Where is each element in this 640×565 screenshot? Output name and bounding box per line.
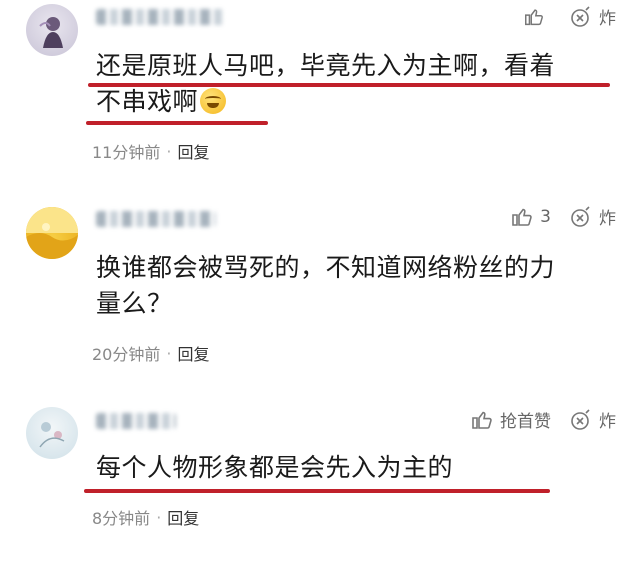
avatar[interactable] <box>26 4 78 56</box>
comment-meta: 20分钟前 · 回复 <box>92 341 209 365</box>
comment-text-line: 换谁都会被骂死的，不知道网络粉丝的力 <box>96 253 556 282</box>
highlight-underline <box>86 121 268 125</box>
comment-1: 炸 还是原班人马吧，毕竟先入为主啊，看着 不串戏啊 11分钟前 · 回复 <box>0 0 640 175</box>
username[interactable] <box>96 211 216 227</box>
blast-icon <box>571 5 590 27</box>
comment-actions: 炸 <box>523 4 616 29</box>
blast-label: 炸 <box>599 209 616 229</box>
highlight-underline <box>84 489 550 493</box>
comment-text-line: 量么？ <box>96 289 173 318</box>
reply-button[interactable]: 回复 <box>177 341 209 365</box>
avatar-flower-icon <box>39 422 65 448</box>
username[interactable] <box>96 9 226 25</box>
comment-time: 11分钟前 <box>92 143 161 162</box>
reply-button[interactable]: 回复 <box>177 139 209 163</box>
comment-text-line: 每个人物形象都是会先入为主的 <box>96 453 454 482</box>
comment-time: 20分钟前 <box>92 345 161 364</box>
avatar[interactable] <box>26 207 78 259</box>
highlight-underline <box>88 83 610 87</box>
thumbs-up-icon <box>525 8 543 25</box>
comment-3: 抢首赞 炸 每个人物形象都是会先入为主的 8分钟前 · 回复 <box>0 393 640 565</box>
comment-text-segment: 不串戏啊 <box>96 87 199 116</box>
thumbs-up-icon <box>472 411 492 429</box>
separator: · <box>156 507 162 527</box>
blast-button[interactable]: 炸 <box>569 204 616 229</box>
comment-text-line: 还是原班人马吧，毕竟先入为主啊，看着 <box>96 51 556 80</box>
blast-icon <box>571 205 590 227</box>
like-button[interactable] <box>523 6 551 28</box>
reply-button[interactable]: 回复 <box>167 505 199 529</box>
blast-icon <box>571 408 590 430</box>
comment-text: 每个人物形象都是会先入为主的 <box>96 450 616 486</box>
avatar-figure-icon <box>39 17 63 48</box>
blast-label: 炸 <box>599 9 616 29</box>
avatar-landscape-icon <box>26 207 78 259</box>
like-button[interactable]: 抢首赞 <box>470 407 551 432</box>
laughing-emoji-icon <box>200 88 227 114</box>
comment-meta: 11分钟前 · 回复 <box>92 139 209 163</box>
comment-text: 换谁都会被骂死的，不知道网络粉丝的力 量么？ <box>96 250 616 322</box>
blast-label: 炸 <box>599 412 616 432</box>
avatar[interactable] <box>26 407 78 459</box>
first-like-label: 抢首赞 <box>500 412 551 432</box>
thumbs-up-icon <box>512 208 532 226</box>
comment-text-line: 不串戏啊 <box>96 84 616 120</box>
blast-button[interactable]: 炸 <box>569 4 616 29</box>
like-button[interactable]: 3 <box>510 205 551 229</box>
separator: · <box>166 343 172 363</box>
comment-actions: 抢首赞 炸 <box>470 407 616 432</box>
separator: · <box>166 141 172 161</box>
like-count: 3 <box>540 206 551 227</box>
username[interactable] <box>96 413 176 429</box>
comment-actions: 3 炸 <box>510 204 616 229</box>
comment-meta: 8分钟前 · 回复 <box>92 505 199 529</box>
blast-button[interactable]: 炸 <box>569 407 616 432</box>
comment-2: 3 炸 换谁都会被骂死的，不知道网络粉丝的力 量么？ 20分钟前 · 回复 <box>0 195 640 370</box>
comment-time: 8分钟前 <box>92 509 151 528</box>
